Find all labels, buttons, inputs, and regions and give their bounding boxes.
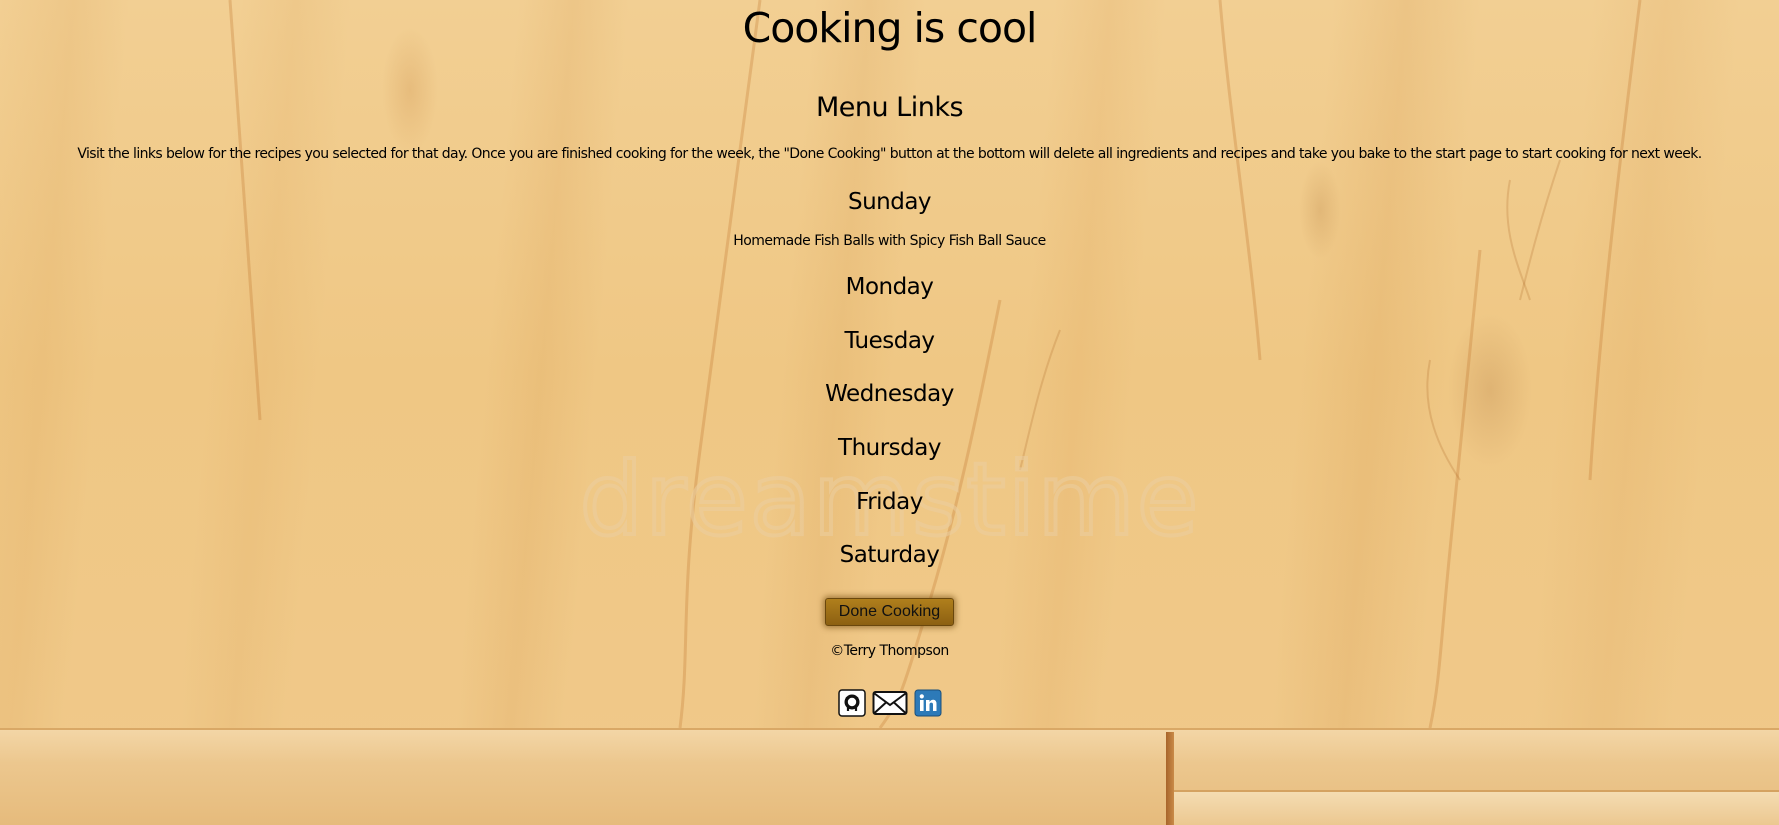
board-gap [1166,732,1174,825]
recipe-link-label[interactable]: Homemade Fish Balls with Spicy Fish Ball… [733,233,1046,249]
menu-page: Cooking is cool Menu Links Visit the lin… [0,0,1779,728]
day-tuesday: Tuesday [844,328,935,354]
day-thursday: Thursday [838,435,941,461]
page-title: Cooking is cool [742,4,1038,52]
linkedin-icon[interactable] [914,689,942,717]
day-saturday: Saturday [839,542,940,568]
day-sunday: Sunday [847,189,932,215]
day-wednesday: Wednesday [825,381,954,407]
copyright: ©Terry Thompson [830,643,949,659]
github-icon[interactable] [838,689,866,717]
mail-icon[interactable] [872,689,908,717]
day-friday: Friday [856,489,923,515]
recipe-link-sunday[interactable]: Homemade Fish Balls with Spicy Fish Ball… [0,233,1779,249]
day-monday: Monday [845,274,934,300]
menu-links-heading: Menu Links [815,92,964,123]
done-cooking-button[interactable]: Done Cooking [825,598,954,626]
intro-text: Visit the links below for the recipes yo… [77,146,1702,162]
social-links [838,689,942,717]
cutting-board-back [1174,790,1779,825]
